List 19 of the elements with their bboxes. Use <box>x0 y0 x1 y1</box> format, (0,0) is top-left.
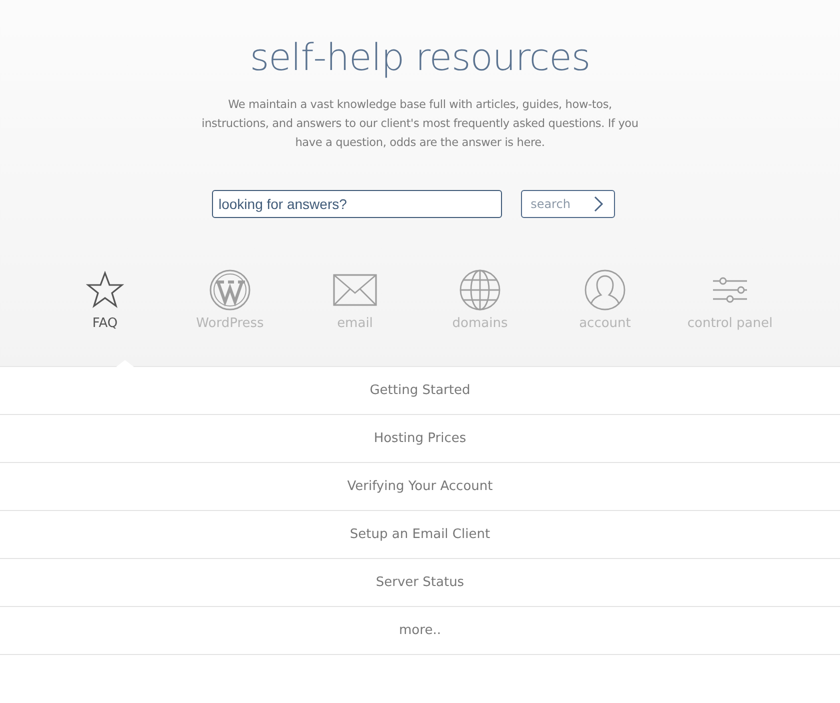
faq-link[interactable]: Hosting Prices <box>0 415 840 463</box>
chevron-icon <box>594 196 604 212</box>
search-button[interactable]: search <box>520 190 614 218</box>
faq-link[interactable]: Getting Started <box>0 367 840 415</box>
search-field[interactable]: looking for answers? <box>212 190 502 218</box>
person-icon <box>584 269 626 311</box>
page-title: self-help resources <box>250 36 590 79</box>
envelope-icon <box>333 273 377 307</box>
star-icon <box>86 271 124 309</box>
faq-link[interactable]: Server Status <box>0 559 840 607</box>
globe-icon <box>459 269 501 311</box>
intro-text: We maintain a vast knowledge base full with articles, guides, how-tos, instructions, and answers to our client's most frequently asked questions. If you have a question, odds are the answer is here. <box>200 97 640 151</box>
faq-link[interactable]: Verifying Your Account <box>0 463 840 511</box>
sliders-icon <box>711 275 749 305</box>
wordpress-icon <box>209 269 251 311</box>
category-tab[interactable]: FAQ <box>42 268 168 331</box>
faq-link[interactable]: more.. <box>0 607 840 655</box>
selection-pointer <box>116 360 134 367</box>
faq-link[interactable]: Setup an Email Client <box>0 511 840 559</box>
